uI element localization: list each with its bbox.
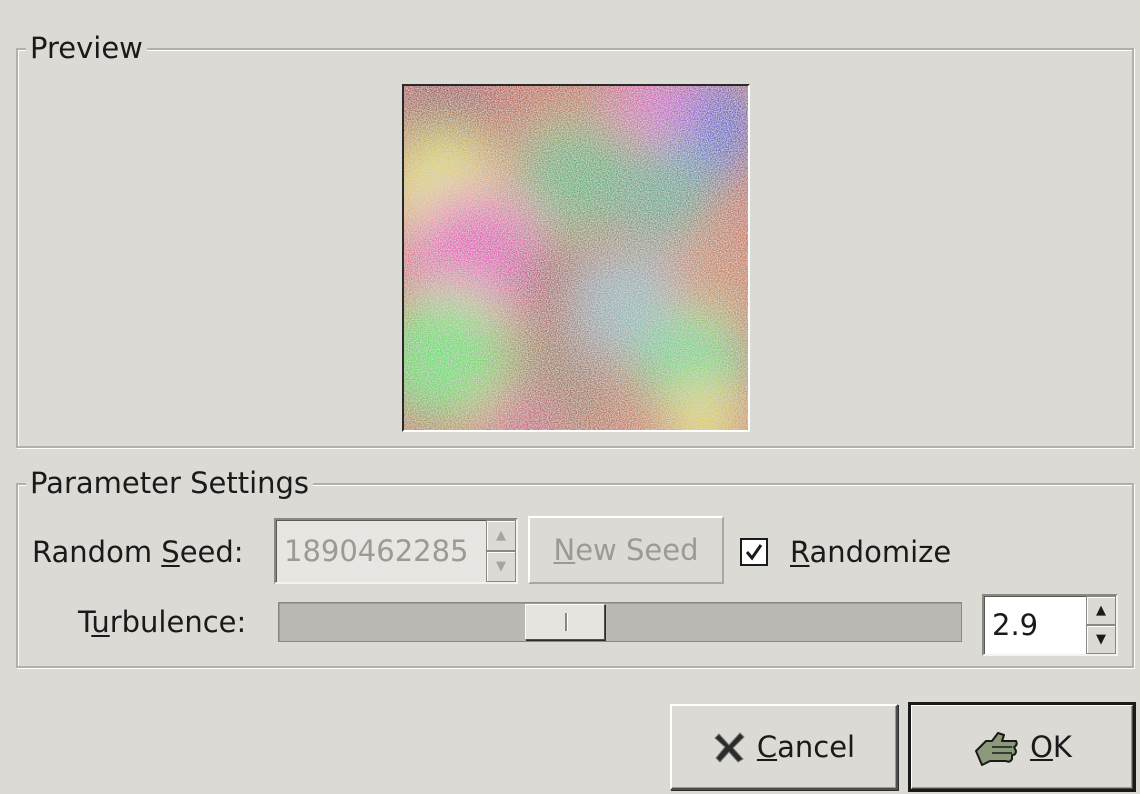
slider-grip-icon [565, 613, 568, 631]
seed-decrement-arrow-icon[interactable]: ▼ [486, 551, 516, 582]
preview-frame: Preview [16, 30, 1134, 448]
preview-legend: Preview [26, 30, 147, 66]
ok-button[interactable]: OK [908, 702, 1136, 792]
turbulence-increment-arrow-icon[interactable]: ▲ [1086, 596, 1116, 625]
random-seed-spinbutton[interactable]: 1890462285 ▲ ▼ [274, 518, 518, 584]
turbulence-spinbutton[interactable]: 2.9 ▲ ▼ [982, 594, 1118, 656]
turbulence-label: Turbulence: [78, 605, 247, 639]
seed-increment-arrow-icon[interactable]: ▲ [486, 520, 516, 551]
ok-label: OK [1030, 730, 1072, 764]
plasma-preview-svg [404, 86, 748, 430]
turbulence-slider-thumb[interactable] [525, 604, 606, 640]
cancel-button[interactable]: Cancel [670, 704, 898, 790]
turbulence-slider[interactable] [278, 602, 962, 642]
randomize-checkbox[interactable] [740, 538, 768, 566]
random-seed-value[interactable]: 1890462285 [284, 533, 469, 569]
randomize-label[interactable]: Randomize [790, 534, 951, 570]
new-seed-label: New Seed [553, 533, 699, 567]
new-seed-button[interactable]: New Seed [528, 516, 724, 584]
plasma-preview-image [402, 84, 750, 432]
x-cancel-icon [713, 730, 747, 764]
turbulence-decrement-arrow-icon[interactable]: ▼ [1086, 625, 1116, 654]
hand-ok-icon [972, 727, 1020, 767]
random-seed-label: Random Seed: [32, 535, 244, 569]
parameter-settings-legend: Parameter Settings [26, 465, 314, 501]
turbulence-value[interactable]: 2.9 [992, 607, 1038, 643]
checkmark-icon [745, 544, 763, 561]
cancel-label: Cancel [756, 730, 856, 764]
